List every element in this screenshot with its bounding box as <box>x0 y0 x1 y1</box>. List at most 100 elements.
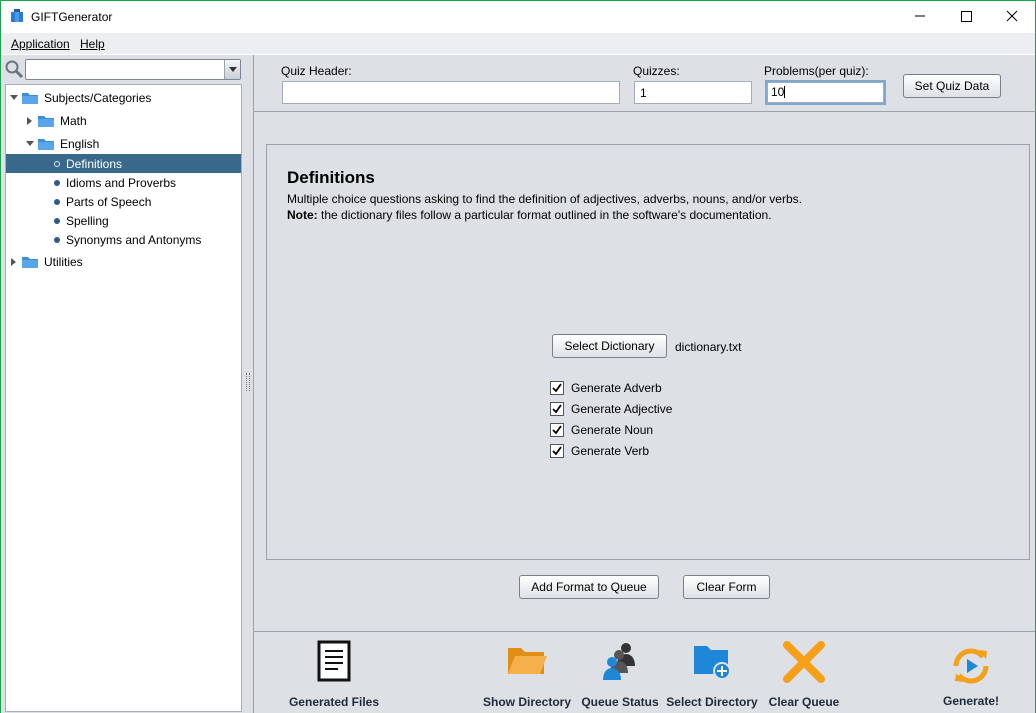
generate-button[interactable]: Generate! <box>936 644 1006 712</box>
leaf-bullet-icon <box>54 217 60 224</box>
clear-form-button[interactable]: Clear Form <box>683 575 770 599</box>
tool-label: Generated Files <box>288 695 380 709</box>
left-panel: Subjects/Categories Math English Definit… <box>1 55 243 713</box>
folder-icon <box>22 256 38 268</box>
tree-item-utilities[interactable]: Utilities <box>9 252 83 271</box>
problems-value: 10 <box>771 85 785 99</box>
checkbox-checked-icon[interactable] <box>550 444 564 458</box>
checkbox-label: Generate Verb <box>571 444 650 458</box>
expand-icon[interactable] <box>9 257 19 267</box>
checkbox-checked-icon[interactable] <box>550 423 564 437</box>
generate-adjective-checkbox[interactable]: Generate Adjective <box>550 402 672 416</box>
queue-status-button[interactable]: Queue Status <box>581 640 659 712</box>
close-icon[interactable] <box>989 1 1035 31</box>
generate-noun-checkbox[interactable]: Generate Noun <box>550 423 653 437</box>
tree-label: Utilities <box>44 254 83 269</box>
maximize-icon[interactable] <box>943 1 989 31</box>
problems-label: Problems(per quiz): <box>764 64 869 78</box>
tree-item-english[interactable]: English <box>25 134 99 153</box>
problems-input[interactable]: 10 <box>765 80 886 105</box>
generate-adverb-checkbox[interactable]: Generate Adverb <box>550 381 662 395</box>
menu-application[interactable]: Application <box>11 37 70 51</box>
checkbox-label: Generate Adverb <box>571 381 662 395</box>
folder-add-icon <box>694 646 731 680</box>
tool-label: Clear Queue <box>768 695 840 709</box>
quizzes-label: Quizzes: <box>633 64 680 78</box>
quiz-header-label: Quiz Header: <box>281 64 352 78</box>
text-caret <box>784 86 786 98</box>
window-title: GIFTGenerator <box>31 10 113 24</box>
clear-queue-button[interactable]: Clear Queue <box>764 640 844 712</box>
tree-item-parts-of-speech[interactable]: Parts of Speech <box>54 192 151 211</box>
select-directory-button[interactable]: Select Directory <box>666 642 758 712</box>
generate-verb-checkbox[interactable]: Generate Verb <box>550 444 649 458</box>
minimize-icon[interactable] <box>897 1 943 31</box>
expand-icon[interactable] <box>25 139 35 149</box>
note-text: the dictionary files follow a particular… <box>317 208 772 222</box>
tree-label: Definitions <box>66 156 123 171</box>
leaf-bullet-icon <box>54 160 60 167</box>
folder-icon <box>22 92 38 104</box>
title-bar: GIFTGenerator <box>1 1 1035 32</box>
app-window: GIFTGenerator Application Help Subjects/… <box>0 0 1036 713</box>
category-tree: Subjects/Categories Math English Definit… <box>5 84 242 712</box>
tree-item-idioms[interactable]: Idioms and Proverbs <box>54 173 176 192</box>
expand-icon[interactable] <box>9 93 19 103</box>
close-x-icon <box>783 641 825 683</box>
checkbox-checked-icon[interactable] <box>550 402 564 416</box>
tree-item-subjects[interactable]: Subjects/Categories <box>9 88 151 107</box>
tree-item-definitions[interactable]: Definitions <box>6 154 241 173</box>
tree-item-math[interactable]: Math <box>25 111 87 130</box>
menu-bar: Application Help <box>1 33 1035 54</box>
drag-handle-icon[interactable] <box>246 373 250 391</box>
folder-open-icon <box>508 648 547 674</box>
tree-label: Spelling <box>66 213 109 228</box>
dictionary-filename: dictionary.txt <box>675 340 742 354</box>
leaf-bullet-icon <box>54 236 60 243</box>
tool-label: Queue Status <box>581 695 659 709</box>
checkbox-checked-icon[interactable] <box>550 381 564 395</box>
folder-icon <box>38 138 54 150</box>
tool-label: Select Directory <box>666 695 758 709</box>
bottom-toolbar: Generated Files Show Directory Queue Sta… <box>253 631 1035 713</box>
users-icon <box>603 643 635 680</box>
set-quiz-data-button[interactable]: Set Quiz Data <box>903 74 1001 98</box>
checkbox-label: Generate Noun <box>571 423 654 437</box>
search-icon <box>5 60 24 79</box>
add-format-to-queue-button[interactable]: Add Format to Queue <box>519 575 659 599</box>
quizzes-input[interactable]: 1 <box>634 81 752 104</box>
folder-icon <box>38 115 54 127</box>
refresh-play-icon <box>953 648 989 684</box>
tree-item-synonyms[interactable]: Synonyms and Antonyms <box>54 230 201 249</box>
quiz-header-input[interactable] <box>282 81 620 104</box>
leaf-bullet-icon <box>54 179 60 186</box>
app-icon <box>11 9 23 22</box>
format-description: Multiple choice questions asking to find… <box>287 192 802 206</box>
tree-label: Math <box>60 113 87 128</box>
tree-item-spelling[interactable]: Spelling <box>54 211 109 230</box>
tool-label: Generate! <box>942 694 1000 708</box>
category-search-combo[interactable] <box>25 59 241 80</box>
format-title: Definitions <box>287 168 375 187</box>
tree-label: English <box>60 136 100 151</box>
format-note: Note: the dictionary files follow a part… <box>287 208 772 222</box>
expand-icon[interactable] <box>25 116 35 126</box>
tree-label: Idioms and Proverbs <box>66 175 177 190</box>
chevron-down-icon[interactable] <box>224 60 240 79</box>
checkbox-label: Generate Adjective <box>571 402 673 416</box>
tree-label: Subjects/Categories <box>44 90 152 105</box>
leaf-bullet-icon <box>54 198 60 205</box>
tree-label: Synonyms and Antonyms <box>66 232 202 247</box>
main-panel: Quiz Header: Quizzes: 1 Problems(per qui… <box>253 55 1036 713</box>
generated-files-button[interactable]: Generated Files <box>288 640 380 712</box>
document-icon <box>317 640 351 682</box>
tool-label: Show Directory <box>482 695 572 709</box>
format-panel: Definitions Multiple choice questions as… <box>266 144 1030 560</box>
split-pane-divider[interactable] <box>243 55 253 713</box>
note-label: Note: <box>287 208 318 222</box>
menu-help[interactable]: Help <box>80 37 105 51</box>
tree-label: Parts of Speech <box>66 194 152 209</box>
show-directory-button[interactable]: Show Directory <box>482 644 572 712</box>
header-divider <box>254 111 1036 112</box>
select-dictionary-button[interactable]: Select Dictionary <box>552 334 667 358</box>
